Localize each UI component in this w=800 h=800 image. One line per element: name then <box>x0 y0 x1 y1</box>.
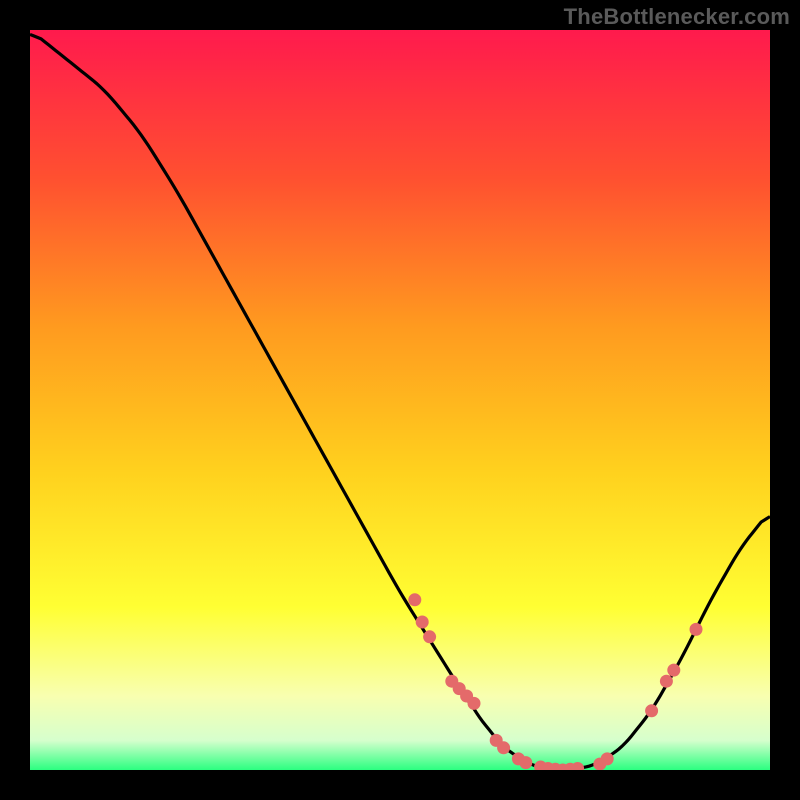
chart-svg <box>30 30 770 770</box>
data-marker <box>423 630 436 643</box>
data-marker <box>690 623 703 636</box>
data-marker <box>667 664 680 677</box>
data-marker <box>645 704 658 717</box>
data-marker <box>468 697 481 710</box>
data-marker <box>660 675 673 688</box>
plot-area <box>30 30 770 770</box>
data-marker <box>408 593 421 606</box>
data-marker <box>497 741 510 754</box>
data-marker <box>416 616 429 629</box>
attribution-text: TheBottlenecker.com <box>564 4 790 30</box>
gradient-background <box>30 30 770 770</box>
data-marker <box>519 756 532 769</box>
chart-container: TheBottlenecker.com <box>0 0 800 800</box>
data-marker <box>601 752 614 765</box>
